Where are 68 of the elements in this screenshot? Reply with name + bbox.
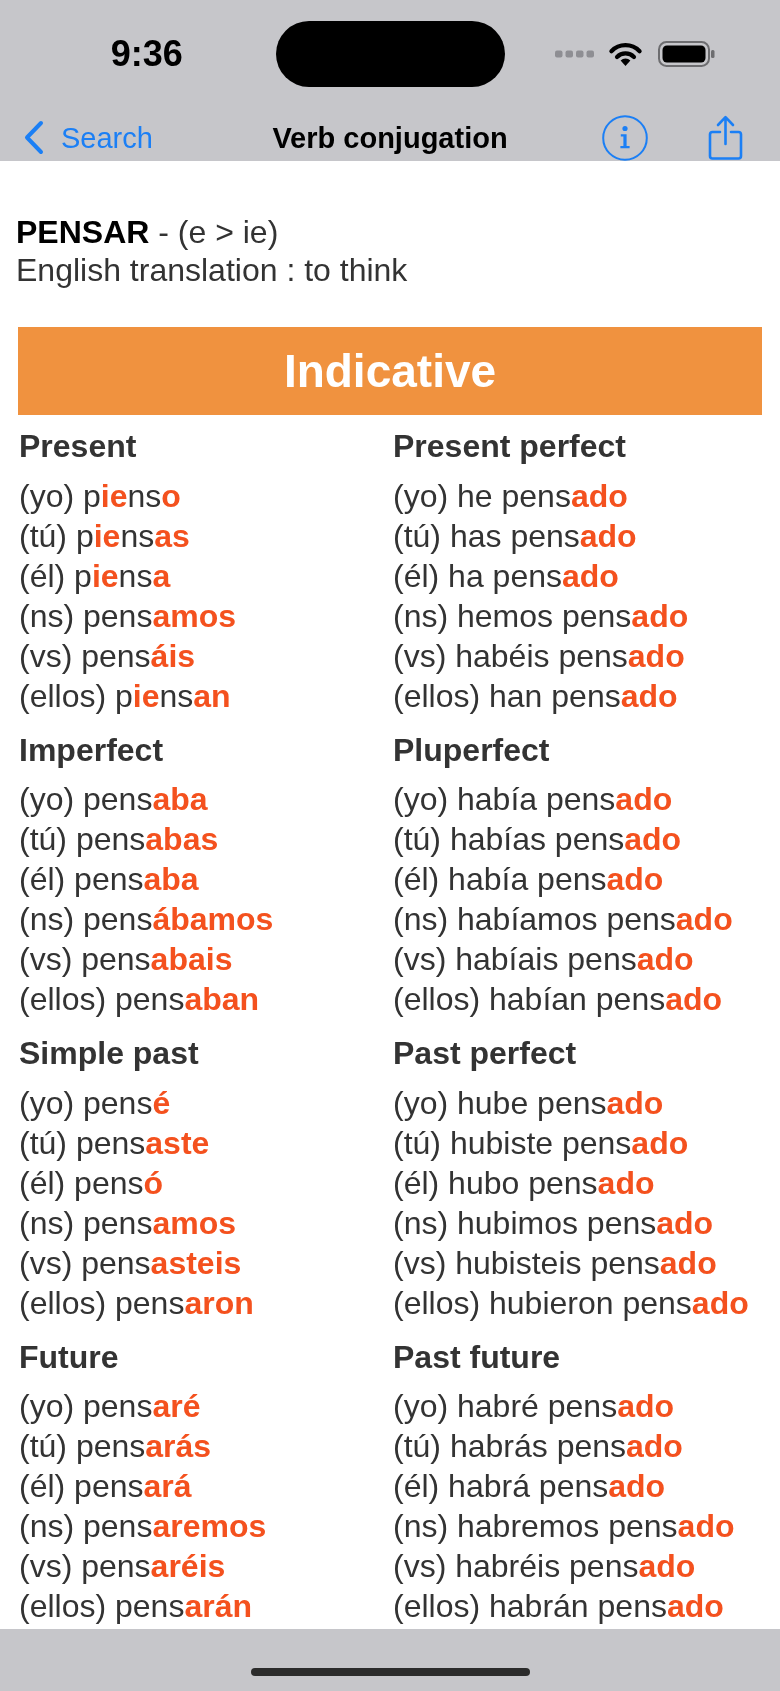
chevron-left-icon — [24, 120, 44, 155]
conjugation-form: (vs) hubisteis pensado — [393, 1243, 718, 1283]
conjugation-form: (tú) pensabas — [19, 820, 220, 859]
tense-heading: Future — [19, 1337, 120, 1377]
conjugation-form: (él) pensaba — [19, 860, 200, 899]
battery-icon — [657, 41, 715, 67]
conjugation-form: (él) hubo pensado — [393, 1163, 656, 1203]
translation-text: English translation : to think — [16, 251, 409, 289]
conjugation-form: (yo) pensé — [19, 1083, 172, 1123]
conjugation-form: (vs) pensaréis — [19, 1547, 227, 1586]
wifi-icon — [606, 41, 644, 67]
conjugation-form: (ns) habíamos pensado — [393, 900, 734, 939]
conjugation-form: (él) piensa — [19, 556, 172, 596]
tense-heading: Past future — [393, 1337, 562, 1377]
conjugation-form: (él) habrá pensado — [393, 1467, 667, 1506]
conjugation-form: (ns) pensábamos — [19, 900, 275, 939]
tense-heading: Present perfect — [393, 427, 627, 466]
conjugation-form: (tú) has pensado — [393, 516, 638, 556]
conjugation-form: (tú) habías pensado — [393, 820, 683, 859]
conjugation-form: (vs) habréis pensado — [393, 1547, 697, 1586]
conjugation-form: (vs) habíais pensado — [393, 940, 695, 979]
conjugation-form: (yo) pienso — [19, 476, 182, 516]
conjugation-form: (ellos) pensaban — [19, 980, 261, 1019]
conjugation-form: (vs) pensáis — [19, 636, 197, 676]
conjugation-form: (yo) había pensado — [393, 780, 674, 819]
tense-heading: Present — [19, 427, 138, 466]
conjugation-form: (yo) pensaré — [19, 1387, 202, 1426]
tense-heading: Imperfect — [19, 730, 165, 770]
conjugation-form: (ellos) han pensado — [393, 676, 679, 716]
conjugation-form: (ellos) hubieron pensado — [393, 1283, 750, 1323]
conjugation-form: (ns) habremos pensado — [393, 1507, 736, 1546]
conjugation-form: (ns) pensamos — [19, 596, 237, 636]
info-icon[interactable] — [602, 114, 648, 161]
conjugation-form: (ns) hemos pensado — [393, 596, 690, 636]
verb-heading: PENSAR - (e > ie) — [16, 213, 280, 251]
conjugation-form: (él) ha pensado — [393, 556, 620, 596]
conjugation-form: (ellos) pensarán — [19, 1587, 253, 1626]
conjugation-form: (tú) pensaste — [19, 1123, 211, 1163]
screen-title: Verb conjugation — [272, 120, 508, 156]
conjugation-form: (tú) habrás pensado — [393, 1427, 684, 1466]
conjugation-form: (ellos) pensaron — [19, 1283, 255, 1323]
conjugation-form: (tú) hubiste pensado — [393, 1123, 690, 1163]
conjugation-form: (ellos) habían pensado — [393, 980, 724, 1019]
conjugation-form: (vs) pensabais — [19, 940, 234, 979]
conjugation-form: (ellos) piensan — [19, 676, 232, 716]
tense-heading: Simple past — [19, 1034, 200, 1073]
conjugation-form: (él) había pensado — [393, 860, 665, 899]
conjugation-form: (ns) hubimos pensado — [393, 1203, 715, 1243]
conjugation-form: (ellos) habrán pensado — [393, 1587, 725, 1626]
signal-icon — [554, 50, 594, 58]
tense-heading: Pluperfect — [393, 730, 551, 770]
conjugation-form: (él) pensó — [19, 1163, 165, 1203]
conjugation-form: (yo) hube pensado — [393, 1083, 665, 1123]
conjugation-form: (yo) habré pensado — [393, 1387, 675, 1426]
tense-heading: Past perfect — [393, 1034, 578, 1073]
conjugation-form: (ns) pensamos — [19, 1203, 237, 1243]
conjugation-form: (yo) pensaba — [19, 780, 209, 819]
conjugation-form: (ns) pensaremos — [19, 1507, 268, 1546]
back-button[interactable]: Search — [24, 119, 153, 156]
conjugation-form: (yo) he pensado — [393, 476, 629, 516]
conjugation-form: (tú) pensarás — [19, 1427, 213, 1466]
status-time: 9:36 — [109, 36, 183, 72]
conjugation-form: (él) pensará — [19, 1467, 193, 1506]
conjugation-form: (vs) pensasteis — [19, 1243, 243, 1283]
conjugation-form: (vs) habéis pensado — [393, 636, 686, 676]
share-icon[interactable] — [708, 115, 743, 160]
mood-banner: Indicative — [18, 327, 762, 415]
conjugation-form: (tú) piensas — [19, 516, 191, 556]
